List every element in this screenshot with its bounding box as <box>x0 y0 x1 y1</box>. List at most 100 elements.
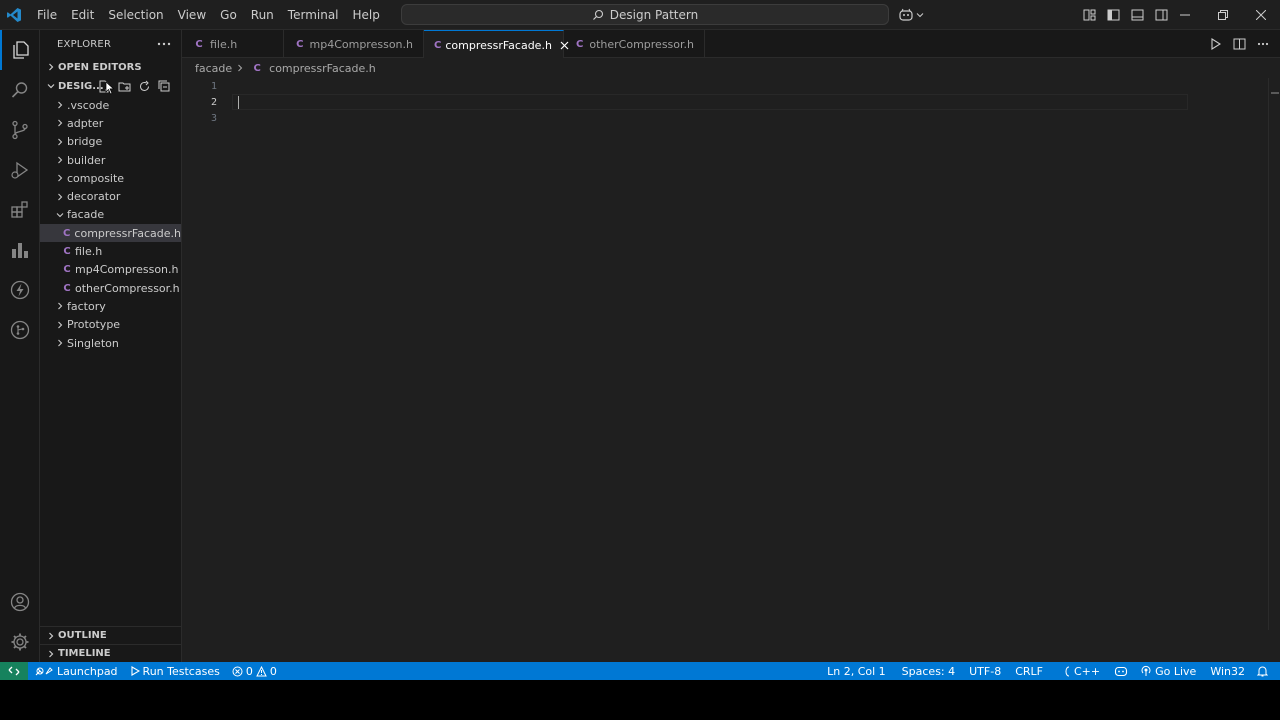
tree-folder-facade[interactable]: facade <box>40 206 181 224</box>
outline-label: OUTLINE <box>58 630 107 641</box>
tree-folder-factory[interactable]: factory <box>40 297 181 315</box>
explorer-title: EXPLORER <box>57 38 112 50</box>
broadcast-icon <box>1140 665 1152 677</box>
tree-folder-bridge[interactable]: bridge <box>40 133 181 151</box>
chevron-right-icon <box>53 156 67 164</box>
tree-folder-prototype[interactable]: Prototype <box>40 316 181 334</box>
settings-gear-icon[interactable] <box>0 622 40 662</box>
chevron-right-icon <box>53 321 67 329</box>
line-number: 3 <box>210 112 217 124</box>
indentation[interactable]: Spaces: 4 <box>892 662 961 680</box>
tab-compressrfacade[interactable]: C compressrFacade.h <box>424 30 569 59</box>
tree-item-label: otherCompressor.h <box>75 281 180 295</box>
tree-file-othercompressor[interactable]: C otherCompressor.h <box>40 279 181 297</box>
window-controls <box>1166 0 1280 30</box>
tree-file-compressrfacade[interactable]: C compressrFacade.h <box>40 224 181 243</box>
chevron-down-icon <box>916 11 924 19</box>
tree-file-file-h[interactable]: C file.h <box>40 242 181 260</box>
toggle-panel-icon[interactable] <box>1126 5 1148 25</box>
timeline-section[interactable]: TIMELINE <box>40 644 181 662</box>
go-live-button[interactable]: Go Live <box>1134 662 1202 680</box>
launchpad-icon <box>34 665 54 677</box>
source-control-icon[interactable] <box>0 110 40 150</box>
code-line-current[interactable]: 2 <box>182 94 1280 110</box>
new-folder-icon[interactable] <box>116 78 132 94</box>
menu-terminal[interactable]: Terminal <box>281 0 346 30</box>
tree-folder-singleton[interactable]: Singleton <box>40 334 181 352</box>
lightning-icon[interactable] <box>0 270 40 310</box>
tab-mp4compresson[interactable]: C mp4Compresson.h <box>284 30 424 58</box>
tree-folder-adpter[interactable]: adpter <box>40 114 181 132</box>
language-mode[interactable]: C++ <box>1049 662 1106 680</box>
tab-othercompressor[interactable]: C otherCompressor.h <box>564 30 705 58</box>
menu-edit[interactable]: Edit <box>64 0 101 30</box>
c-file-icon: C <box>434 39 442 51</box>
split-editor-icon[interactable] <box>1230 35 1248 53</box>
run-file-icon[interactable] <box>1206 35 1224 53</box>
c-file-icon: C <box>63 246 71 258</box>
tree-folder-vscode[interactable]: .vscode <box>40 96 181 114</box>
vscode-logo-icon <box>0 0 28 30</box>
end-of-line[interactable]: CRLF <box>1007 662 1049 680</box>
workspace-folder-header[interactable]: DESIG... <box>40 76 181 96</box>
run-testcases-button[interactable]: Run Testcases <box>124 662 226 680</box>
tree-folder-composite[interactable]: composite <box>40 169 181 187</box>
tab-file-h[interactable]: C file.h <box>182 30 284 58</box>
chart-view-icon[interactable] <box>0 230 40 270</box>
remote-indicator[interactable] <box>0 662 28 680</box>
menu-run[interactable]: Run <box>244 0 281 30</box>
menu-file[interactable]: File <box>30 0 64 30</box>
command-center-search[interactable]: Design Pattern <box>401 4 889 25</box>
problems-indicator[interactable]: 0 0 <box>226 662 283 680</box>
restore-icon[interactable] <box>1204 0 1242 30</box>
customize-layout-icon[interactable] <box>1078 5 1100 25</box>
code-area[interactable]: 1 2 3 <box>182 78 1280 126</box>
mouse-pointer-icon <box>105 81 115 95</box>
timeline-label: TIMELINE <box>58 648 111 659</box>
code-line[interactable]: 1 <box>182 78 1280 94</box>
overview-ruler[interactable] <box>1268 78 1280 630</box>
code-line[interactable]: 3 <box>182 110 1280 126</box>
more-actions-icon[interactable] <box>157 42 171 46</box>
breadcrumb-file[interactable]: compressrFacade.h <box>269 62 376 75</box>
notifications-bell-icon[interactable] <box>1251 662 1274 680</box>
tree-file-mp4compresson[interactable]: C mp4Compresson.h <box>40 261 181 279</box>
outline-section[interactable]: OUTLINE <box>40 626 181 644</box>
extensions-icon[interactable] <box>0 190 40 230</box>
tree-folder-decorator[interactable]: decorator <box>40 187 181 205</box>
tab-label: compressrFacade.h <box>445 38 552 52</box>
copilot-button[interactable] <box>898 5 924 25</box>
tree-folder-builder[interactable]: builder <box>40 151 181 169</box>
menu-help[interactable]: Help <box>346 0 387 30</box>
menu-go[interactable]: Go <box>213 0 244 30</box>
git-graph-icon[interactable] <box>0 310 40 350</box>
c-file-icon: C <box>63 227 71 239</box>
breadcrumb-folder[interactable]: facade <box>195 62 232 75</box>
refresh-icon[interactable] <box>136 78 152 94</box>
copilot-status-icon[interactable] <box>1106 662 1134 680</box>
menu-view[interactable]: View <box>171 0 213 30</box>
play-icon <box>130 666 140 676</box>
tree-item-label: bridge <box>67 135 103 149</box>
toggle-primary-sidebar-icon[interactable] <box>1102 5 1124 25</box>
explorer-icon[interactable] <box>0 30 40 70</box>
minimize-icon[interactable] <box>1166 0 1204 30</box>
current-line-highlight <box>232 94 1188 110</box>
search-view-icon[interactable] <box>0 70 40 110</box>
collapse-all-icon[interactable] <box>156 78 172 94</box>
copilot-icon <box>898 8 914 22</box>
launchpad-button[interactable]: Launchpad <box>28 662 124 680</box>
editor-area[interactable]: facade C compressrFacade.h 1 2 3 <box>182 58 1280 662</box>
cursor-position[interactable]: Ln 2, Col 1 <box>821 662 892 680</box>
open-editors-section[interactable]: OPEN EDITORS <box>40 58 181 76</box>
run-debug-icon[interactable] <box>0 150 40 190</box>
accounts-icon[interactable] <box>0 582 40 622</box>
title-bar: File Edit Selection View Go Run Terminal… <box>0 0 1280 30</box>
close-window-icon[interactable] <box>1242 0 1280 30</box>
editor-actions <box>1206 30 1272 58</box>
encoding[interactable]: UTF-8 <box>961 662 1007 680</box>
more-actions-icon[interactable] <box>1254 35 1272 53</box>
platform-indicator[interactable]: Win32 <box>1202 662 1251 680</box>
open-editors-label: OPEN EDITORS <box>58 61 142 73</box>
menu-selection[interactable]: Selection <box>101 0 170 30</box>
